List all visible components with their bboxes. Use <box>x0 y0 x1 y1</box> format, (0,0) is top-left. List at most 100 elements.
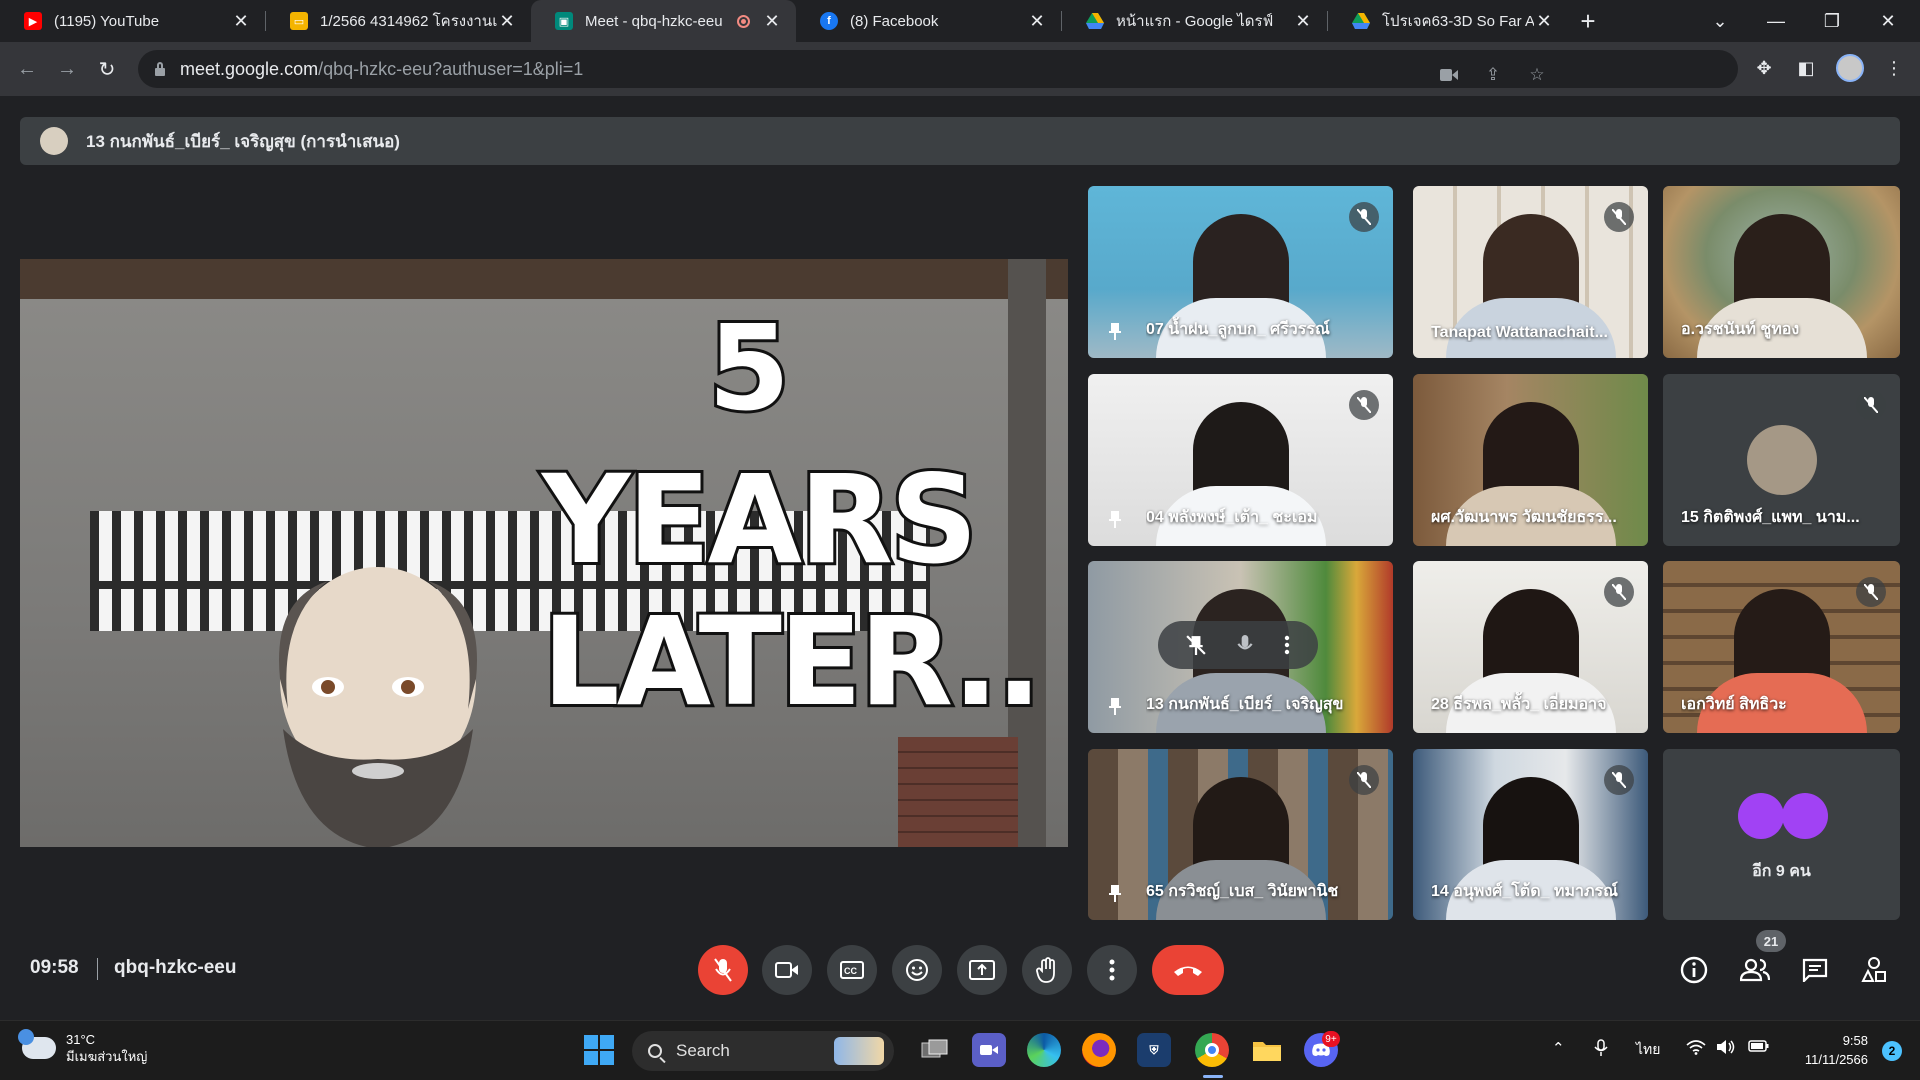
tab-youtube[interactable]: ▶ (1195) YouTube ✕ <box>0 0 265 42</box>
task-view-icon[interactable] <box>918 1033 952 1067</box>
wifi-icon[interactable] <box>1686 1039 1706 1059</box>
mic-off-icon <box>1349 765 1379 795</box>
participant-tile[interactable]: 65 กรวิชญ์_เบส_ วินัยพานิช <box>1088 749 1393 920</box>
share-icon[interactable]: ⇪ <box>1482 64 1504 86</box>
extension-icons: ✥ ◧ ⋮ <box>1752 54 1906 82</box>
teams-chat-icon[interactable] <box>972 1033 1006 1067</box>
bookmark-star-icon[interactable]: ☆ <box>1526 64 1548 86</box>
pin-icon[interactable] <box>1106 884 1124 902</box>
leave-call-button[interactable] <box>1152 945 1224 995</box>
mic-off-icon <box>1604 577 1634 607</box>
menu-kebab-icon[interactable]: ⋮ <box>1882 56 1906 80</box>
lock-icon[interactable] <box>154 62 166 76</box>
people-button[interactable] <box>1737 952 1773 988</box>
tab-search-chevron-icon[interactable]: ⌄ <box>1692 0 1748 42</box>
file-explorer-icon[interactable] <box>1250 1033 1284 1067</box>
close-tab-icon[interactable]: ✕ <box>1293 11 1313 32</box>
close-tab-icon[interactable]: ✕ <box>497 11 517 32</box>
camera-in-use-icon[interactable] <box>1438 64 1460 86</box>
mic-icon[interactable] <box>1237 635 1253 655</box>
back-button[interactable]: ← <box>12 54 42 84</box>
reload-button[interactable]: ↻ <box>92 54 122 84</box>
close-tab-icon[interactable]: ✕ <box>1534 11 1554 32</box>
chrome-icon[interactable] <box>1195 1033 1229 1067</box>
pin-icon[interactable] <box>1106 322 1124 340</box>
participant-tile[interactable]: ผศ.วัฒนาพร วัฒนชัยธรร... <box>1413 374 1648 546</box>
participant-tile[interactable]: 07 น้ำฝน_ลูกบก_ ศรีวรรณ์ <box>1088 186 1393 358</box>
url-host: meet.google.com <box>180 58 319 79</box>
closed-captions-icon: CC <box>840 961 864 979</box>
minimize-button[interactable]: — <box>1748 0 1804 42</box>
tab-meet[interactable]: ▣ Meet - qbq-hzkc-eeu ✕ <box>531 0 796 42</box>
taskbar-search[interactable]: Search <box>632 1031 894 1071</box>
recording-indicator-icon <box>737 14 750 28</box>
more-options-icon[interactable] <box>1284 635 1290 655</box>
show-hidden-icons-chevron[interactable]: ⌃ <box>1552 1039 1565 1057</box>
weather-description: มีเมฆส่วนใหญ่ <box>66 1049 148 1064</box>
chat-button[interactable] <box>1797 952 1833 988</box>
pin-icon[interactable] <box>1106 510 1124 528</box>
participant-tile[interactable]: Tanapat Wattanachait... <box>1413 186 1648 358</box>
close-tab-icon[interactable]: ✕ <box>1027 11 1047 32</box>
participant-tile[interactable]: 28 ธีรพล_พลั้ว_ เอี่ยมอาจ <box>1413 561 1648 733</box>
battery-icon[interactable] <box>1748 1039 1770 1057</box>
tab-slides[interactable]: ▭ 1/2566 4314962 โครงงานแพ ✕ <box>266 0 531 42</box>
tab-title: Meet - qbq-hzkc-eeu <box>585 12 723 30</box>
close-tab-icon[interactable]: ✕ <box>231 11 251 32</box>
volume-icon[interactable] <box>1716 1039 1736 1059</box>
participant-name: 15 กิตติพงศ์_แพท_ นาม... <box>1681 509 1860 526</box>
new-tab-button[interactable]: + <box>1568 0 1608 42</box>
tab-title: 1/2566 4314962 โครงงานแพ <box>320 13 497 30</box>
maximize-button[interactable]: ❐ <box>1804 0 1860 42</box>
participant-name: 04 พลังพงษ์_เต้า_ ชะเอม <box>1146 509 1318 526</box>
captions-button[interactable]: CC <box>827 945 877 995</box>
presentation-number: 5 <box>705 299 793 437</box>
side-panel-icon[interactable]: ◧ <box>1794 56 1818 80</box>
participant-tile[interactable]: 04 พลังพงษ์_เต้า_ ชะเอม <box>1088 374 1393 546</box>
tab-facebook[interactable]: f (8) Facebook ✕ <box>796 0 1061 42</box>
close-window-button[interactable]: ✕ <box>1860 0 1916 42</box>
raise-hand-button[interactable] <box>1022 945 1072 995</box>
microphone-tray-icon[interactable] <box>1594 1039 1608 1061</box>
participant-tile[interactable]: 15 กิตติพงศ์_แพท_ นาม... <box>1663 374 1900 546</box>
edge-browser-icon[interactable] <box>1027 1033 1061 1067</box>
address-bar[interactable]: meet.google.com/qbq-hzkc-eeu?authuser=1&… <box>138 50 1738 88</box>
participant-name: 65 กรวิชญ์_เบส_ วินัยพานิช <box>1146 883 1339 900</box>
omnibox-icons: ⇪ ☆ <box>1438 64 1548 86</box>
more-options-button[interactable] <box>1087 945 1137 995</box>
participant-tile[interactable]: อ.วรชนันท์ ชูทอง <box>1663 186 1900 358</box>
activities-button[interactable] <box>1856 952 1892 988</box>
forward-button[interactable]: → <box>52 54 82 84</box>
pin-icon[interactable] <box>1106 697 1124 715</box>
present-screen-button[interactable] <box>957 945 1007 995</box>
tab-drive-home[interactable]: หน้าแรก - Google ไดรฟ์ ✕ <box>1062 0 1327 42</box>
people-icon <box>1740 958 1770 982</box>
mic-off-icon <box>1856 390 1886 420</box>
mic-off-icon <box>1349 390 1379 420</box>
profile-avatar[interactable] <box>1836 54 1864 82</box>
more-participants-tile[interactable]: อีก 9 คน <box>1663 749 1900 920</box>
extensions-puzzle-icon[interactable]: ✥ <box>1752 56 1776 80</box>
weather-widget[interactable]: 31°C มีเมฆส่วนใหญ่ <box>18 1029 148 1065</box>
system-clock[interactable]: 9:58 11/11/2566 <box>1805 1031 1868 1069</box>
pin-icon[interactable] <box>1185 635 1206 655</box>
mic-off-icon <box>714 958 732 982</box>
firefox-icon[interactable] <box>1082 1033 1116 1067</box>
tab-drive-project[interactable]: โปรเจค63-3D So Far Away - ✕ <box>1328 0 1568 42</box>
participant-tile[interactable]: เอกวิทย์ สิทธิวะ <box>1663 561 1900 733</box>
svg-text:CC: CC <box>844 966 857 976</box>
notification-badge[interactable]: 2 <box>1882 1041 1902 1061</box>
participant-tile[interactable]: 13 กนกพันธ์_เบียร์_ เจริญสุข <box>1088 561 1393 733</box>
close-tab-icon[interactable]: ✕ <box>762 11 782 32</box>
bearded-character-avatar <box>279 567 477 847</box>
meeting-details-button[interactable] <box>1676 952 1712 988</box>
reactions-button[interactable] <box>892 945 942 995</box>
activities-shapes-icon <box>1861 957 1886 982</box>
drive-icon <box>1086 12 1104 30</box>
security-app-icon[interactable]: ⛨ <box>1137 1033 1171 1067</box>
mic-toggle-button[interactable] <box>698 945 748 995</box>
participant-tile[interactable]: 14 อนุพงศ์_โต้ด_ ทมาภรณ์ <box>1413 749 1648 920</box>
input-language[interactable]: ไทย <box>1636 1039 1660 1061</box>
start-button[interactable] <box>584 1035 614 1065</box>
camera-toggle-button[interactable] <box>762 945 812 995</box>
